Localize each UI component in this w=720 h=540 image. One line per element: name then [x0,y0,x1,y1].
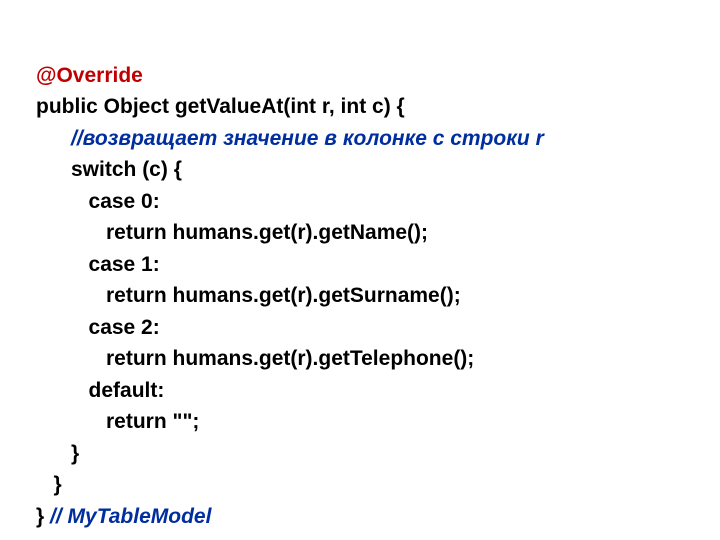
code-line: return humans.get(r).getSurname(); [36,284,461,307]
annotation-override: @Override [36,64,143,87]
code-line: switch (c) { [36,158,182,181]
code-comment: // MyTableModel [50,505,211,528]
code-line: } [36,505,50,528]
code-line: return ""; [36,410,199,433]
code-line: case 2: [36,316,160,339]
code-line: return humans.get(r).getName(); [36,221,428,244]
code-line: public Object getValueAt(int r, int c) { [36,95,405,118]
code-line: default: [36,379,164,402]
code-line: } [36,473,62,496]
code-comment: //возвращает значение в колонке c строки… [36,127,544,150]
code-line: case 1: [36,253,160,276]
code-line: } [36,442,79,465]
code-line: return humans.get(r).getTelephone(); [36,347,474,370]
code-snippet: @Override public Object getValueAt(int r… [36,28,684,532]
code-line: case 0: [36,190,160,213]
